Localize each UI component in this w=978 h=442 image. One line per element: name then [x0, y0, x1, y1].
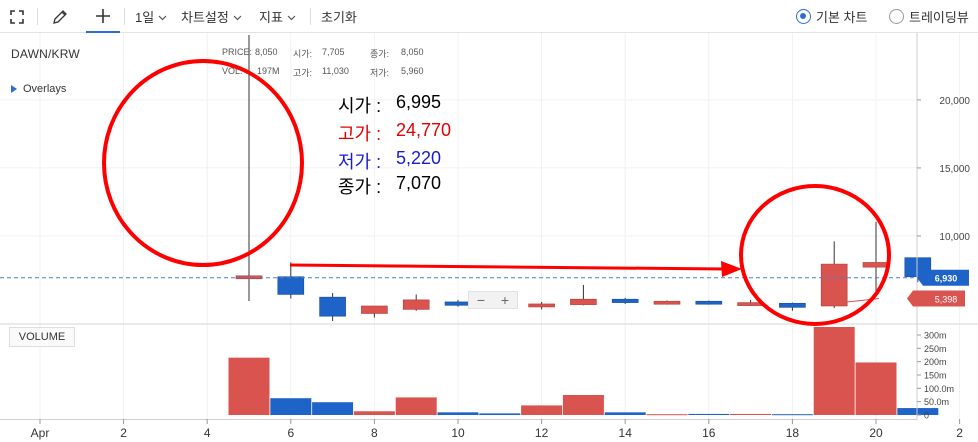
info-price-label: PRICE: — [222, 47, 253, 57]
volume-bar — [813, 327, 855, 415]
price-tick-label: 20,000 — [939, 96, 970, 107]
zoom-out-button[interactable]: − — [469, 292, 493, 308]
volume-bar — [688, 413, 730, 415]
candle-body — [319, 296, 346, 317]
info-vol: 197M — [257, 66, 280, 76]
annotation-arrow-line — [289, 263, 725, 271]
annotation-open: 시가 : 6,995 — [338, 92, 441, 118]
price-tick-label: 15,000 — [939, 164, 970, 175]
zoom-control: − + — [468, 291, 518, 309]
zoom-in-button[interactable]: + — [493, 292, 517, 308]
x-tick-label: 4 — [204, 426, 211, 440]
candle-body — [528, 303, 555, 308]
info-low-label: 저가: — [370, 68, 390, 78]
candle-body — [695, 300, 723, 305]
volume-bar — [479, 413, 521, 415]
info-close-label: 종가: — [370, 49, 390, 59]
volume-bar — [646, 414, 688, 416]
info-price: 8,050 — [255, 47, 278, 57]
low-price-badge-label: 5,398 — [935, 295, 958, 305]
volume-bar — [521, 405, 563, 415]
x-tick-label: 20 — [869, 426, 883, 440]
info-high: 11,030 — [322, 66, 349, 76]
volume-bar — [437, 412, 479, 415]
x-tick-label: 6 — [287, 426, 294, 440]
annotation-high: 고가 : 24,770 — [338, 120, 451, 146]
annotation-close-label: 종가 : — [338, 177, 382, 197]
x-tick-label: Apr — [31, 426, 50, 440]
current-price-badge-label: 6,930 — [935, 274, 958, 284]
annotation-high-label: 고가 : — [338, 124, 382, 144]
x-tick-label: 14 — [619, 426, 633, 440]
volume-tick-label: 150m — [924, 371, 947, 381]
price-tick-label: 10,000 — [939, 232, 970, 243]
overlays-label: Overlays — [23, 83, 67, 95]
candle-body — [402, 299, 430, 310]
annotation-close-value: 7,070 — [396, 173, 442, 193]
annotation-low-value: 5,220 — [396, 148, 442, 168]
annotation-high-value: 24,770 — [396, 120, 452, 140]
candle-body — [361, 305, 388, 314]
triangle-right-icon — [11, 85, 17, 93]
candle-body — [820, 263, 848, 307]
volume-bar — [228, 357, 270, 415]
volume-tick-label: 0 — [924, 411, 929, 421]
volume-bar — [353, 411, 395, 415]
volume-bar — [771, 414, 813, 416]
volume-bar — [897, 408, 939, 415]
ticker-label: DAWN/KRW — [11, 47, 80, 61]
candle-body — [570, 298, 597, 305]
annotation-close: 종가 : 7,070 — [338, 173, 441, 199]
candle-body — [862, 262, 890, 268]
annotation-open-label: 시가 : — [338, 96, 382, 116]
annotation-circle-left — [102, 59, 304, 267]
price-chart[interactable]: Apr 2 4 6 8 10 12 14 16 18 20 2 20,000 15,000 10,000 30… — [0, 0, 978, 442]
annotation-overlay — [102, 59, 891, 326]
annotation-open-value: 6,995 — [396, 92, 442, 112]
volume-bar — [270, 398, 312, 415]
volume-bar — [855, 362, 897, 415]
annotation-arrow-head — [721, 261, 742, 277]
volume-tick-label: 250m — [924, 344, 947, 354]
annotation-low-label: 저가 : — [338, 152, 382, 172]
volume-bar — [395, 397, 437, 415]
volume-tick-label: 300m — [924, 331, 947, 341]
volume-bar — [604, 412, 646, 415]
x-tick-label: 2 — [120, 426, 127, 440]
overlays-toggle[interactable]: Overlays — [11, 83, 66, 95]
candle-body — [611, 298, 639, 303]
x-tick-label: 10 — [451, 426, 465, 440]
x-tick-label: 12 — [535, 426, 549, 440]
info-open-label: 시가: — [293, 49, 313, 59]
volume-bars — [228, 327, 939, 416]
info-close: 8,050 — [401, 47, 424, 57]
volume-tick-label: 100.0m — [924, 384, 954, 394]
x-tick-label: 18 — [786, 426, 800, 440]
info-low: 5,960 — [401, 66, 424, 76]
x-tick-label: 8 — [371, 426, 378, 440]
x-tick-label: 16 — [702, 426, 716, 440]
volume-tick-label: 200m — [924, 357, 947, 367]
volume-label: VOLUME — [9, 327, 75, 347]
info-open: 7,705 — [322, 47, 345, 57]
volume-bar — [312, 402, 354, 415]
annotation-circle-right — [739, 184, 891, 326]
volume-bar — [730, 413, 772, 415]
volume-bar — [562, 395, 604, 415]
candle-body — [653, 300, 681, 305]
candle-body — [277, 276, 305, 295]
x-tick-label: 2 — [956, 426, 963, 440]
info-vol-label: VOL: — [222, 66, 243, 76]
candle-body — [779, 302, 806, 308]
volume-tick-label: 50.0m — [924, 397, 949, 407]
info-high-label: 고가: — [293, 68, 313, 78]
annotation-low: 저가 : 5,220 — [338, 148, 441, 174]
